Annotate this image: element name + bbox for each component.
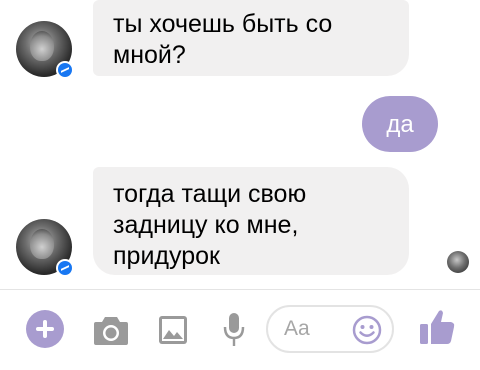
outgoing-message-bubble[interactable]: да	[362, 96, 438, 152]
thumbs-up-icon[interactable]	[419, 308, 455, 346]
outgoing-message-text: да	[386, 110, 414, 138]
conversation-view: ты хочешь быть со мной? да тогда тащи св…	[0, 0, 480, 289]
message-input[interactable]: Aa	[266, 305, 394, 353]
plus-icon[interactable]	[26, 310, 64, 348]
contact-avatar[interactable]	[16, 21, 74, 79]
avatar-photo	[30, 229, 54, 259]
avatar-photo	[30, 31, 54, 61]
message-composer: Aa	[0, 290, 480, 370]
gallery-icon[interactable]	[158, 315, 188, 345]
microphone-icon[interactable]	[222, 312, 246, 348]
messenger-badge-icon	[56, 259, 74, 277]
camera-icon[interactable]	[93, 314, 129, 346]
message-input-placeholder: Aa	[284, 317, 310, 340]
contact-avatar[interactable]	[16, 219, 74, 277]
emoji-icon[interactable]	[352, 315, 382, 345]
incoming-message-bubble[interactable]: ты хочешь быть со мной?	[93, 0, 409, 76]
messenger-badge-icon	[56, 61, 74, 79]
seen-indicator-avatar	[447, 251, 469, 273]
incoming-message-bubble[interactable]: тогда тащи свою задницу ко мне, придурок	[93, 167, 409, 275]
